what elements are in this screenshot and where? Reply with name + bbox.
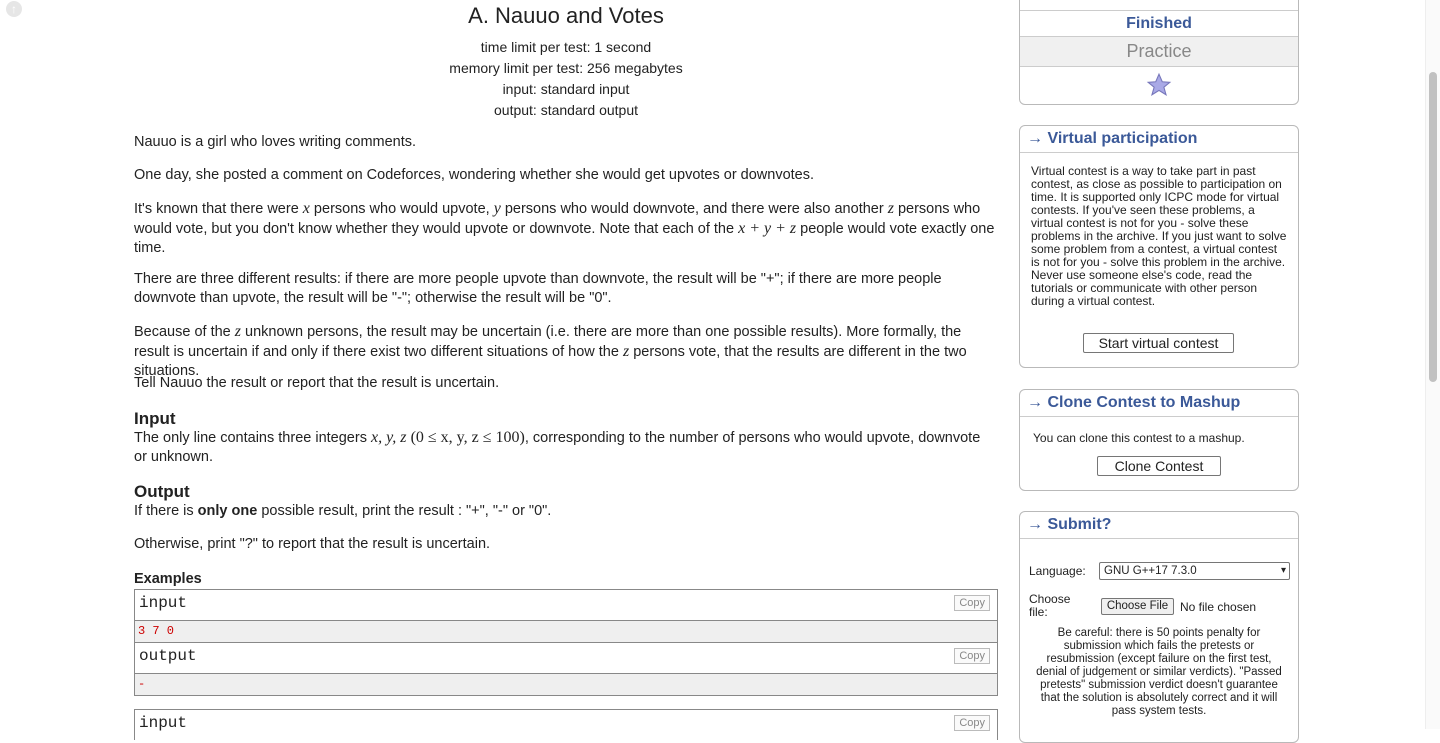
statement-paragraph: Because of the z unknown persons, the re… [134, 323, 967, 379]
clone-contest-title: → Clone Contest to Mashup [1020, 390, 1298, 417]
examples-header: Examples [134, 571, 202, 587]
example-output-header: output Copy [135, 642, 997, 674]
language-label: Language: [1029, 564, 1086, 578]
example-box: input Copy [134, 709, 998, 740]
statement-paragraph: There are three different results: if th… [134, 271, 942, 306]
virtual-participation-title: → Virtual participation [1020, 126, 1298, 153]
statement-paragraph: Tell Nauuo the result or report that the… [134, 375, 500, 391]
statement-paragraph: Nauuo is a girl who loves writing commen… [134, 134, 417, 150]
problem-statement: A. Nauuo and Votes time limit per test: … [134, 0, 998, 740]
choose-file-button[interactable]: Choose File [1101, 598, 1174, 615]
contest-mode: Practice [1020, 37, 1298, 67]
submit-title: → Submit? [1020, 512, 1298, 539]
language-select[interactable]: GNU G++17 7.3.0 ▾ [1099, 562, 1290, 580]
language-select-value: GNU G++17 7.3.0 [1104, 565, 1197, 577]
choose-file-label: Choose file: [1029, 592, 1071, 619]
contest-info-box: Finished Practice [1019, 0, 1299, 105]
virtual-participation-box: → Virtual participation Virtual contest … [1019, 125, 1299, 368]
time-limit: time limit per test: 1 second [480, 39, 652, 55]
start-virtual-contest-button[interactable]: Start virtual contest [1083, 333, 1234, 353]
example-input-value: 3 7 0 [135, 621, 997, 642]
problem-limits: time limit per test: 1 second memory lim… [134, 37, 998, 121]
example-output-label: output [139, 647, 197, 665]
clone-contest-button[interactable]: Clone Contest [1097, 456, 1221, 476]
example-input-label: input [139, 714, 188, 732]
output-spec-2: Otherwise, print "?" to report that the … [134, 536, 491, 552]
penalty-warning: Be careful: there is 50 points penalty f… [1036, 627, 1282, 717]
input-file: input: standard input [502, 81, 630, 97]
output-spec: If there is only one possible result, pr… [134, 503, 552, 519]
file-status: No file chosen [1180, 600, 1257, 614]
input-spec: The only line contains three integers x,… [134, 429, 981, 465]
submit-box: → Submit? Language: GNU G++17 7.3.0 ▾ Ch… [1019, 511, 1299, 743]
example-input-label: input [139, 594, 188, 612]
statement-paragraph: One day, she posted a comment on Codefor… [134, 167, 815, 183]
example-box: input Copy 3 7 0 output Copy - [134, 589, 998, 696]
copy-button[interactable]: Copy [954, 595, 990, 611]
contest-status[interactable]: Finished [1020, 11, 1298, 37]
chevron-down-icon: ▾ [1280, 565, 1286, 576]
output-header: Output [134, 482, 190, 501]
problem-title: A. Nauuo and Votes [468, 3, 664, 28]
example-input-header: input Copy [135, 710, 997, 740]
output-file: output: standard output [494, 102, 638, 118]
input-header: Input [134, 409, 176, 428]
example-input-header: input Copy [135, 590, 997, 621]
example-output-value: - [135, 674, 997, 695]
memory-limit: memory limit per test: 256 megabytes [449, 60, 683, 76]
star-icon[interactable] [1146, 72, 1172, 98]
page-scrollbar[interactable] [1425, 0, 1440, 729]
scrollbar-thumb[interactable] [1429, 72, 1437, 382]
arrow-up-icon[interactable]: ↑ [6, 1, 22, 17]
virtual-participation-text: Virtual contest is a way to take part in… [1031, 164, 1287, 308]
clone-contest-box: → Clone Contest to Mashup You can clone … [1019, 389, 1299, 491]
copy-button[interactable]: Copy [954, 648, 990, 664]
clone-contest-text: You can clone this contest to a mashup. [1033, 431, 1245, 445]
statement-paragraph: It's known that there were x persons who… [134, 200, 995, 256]
